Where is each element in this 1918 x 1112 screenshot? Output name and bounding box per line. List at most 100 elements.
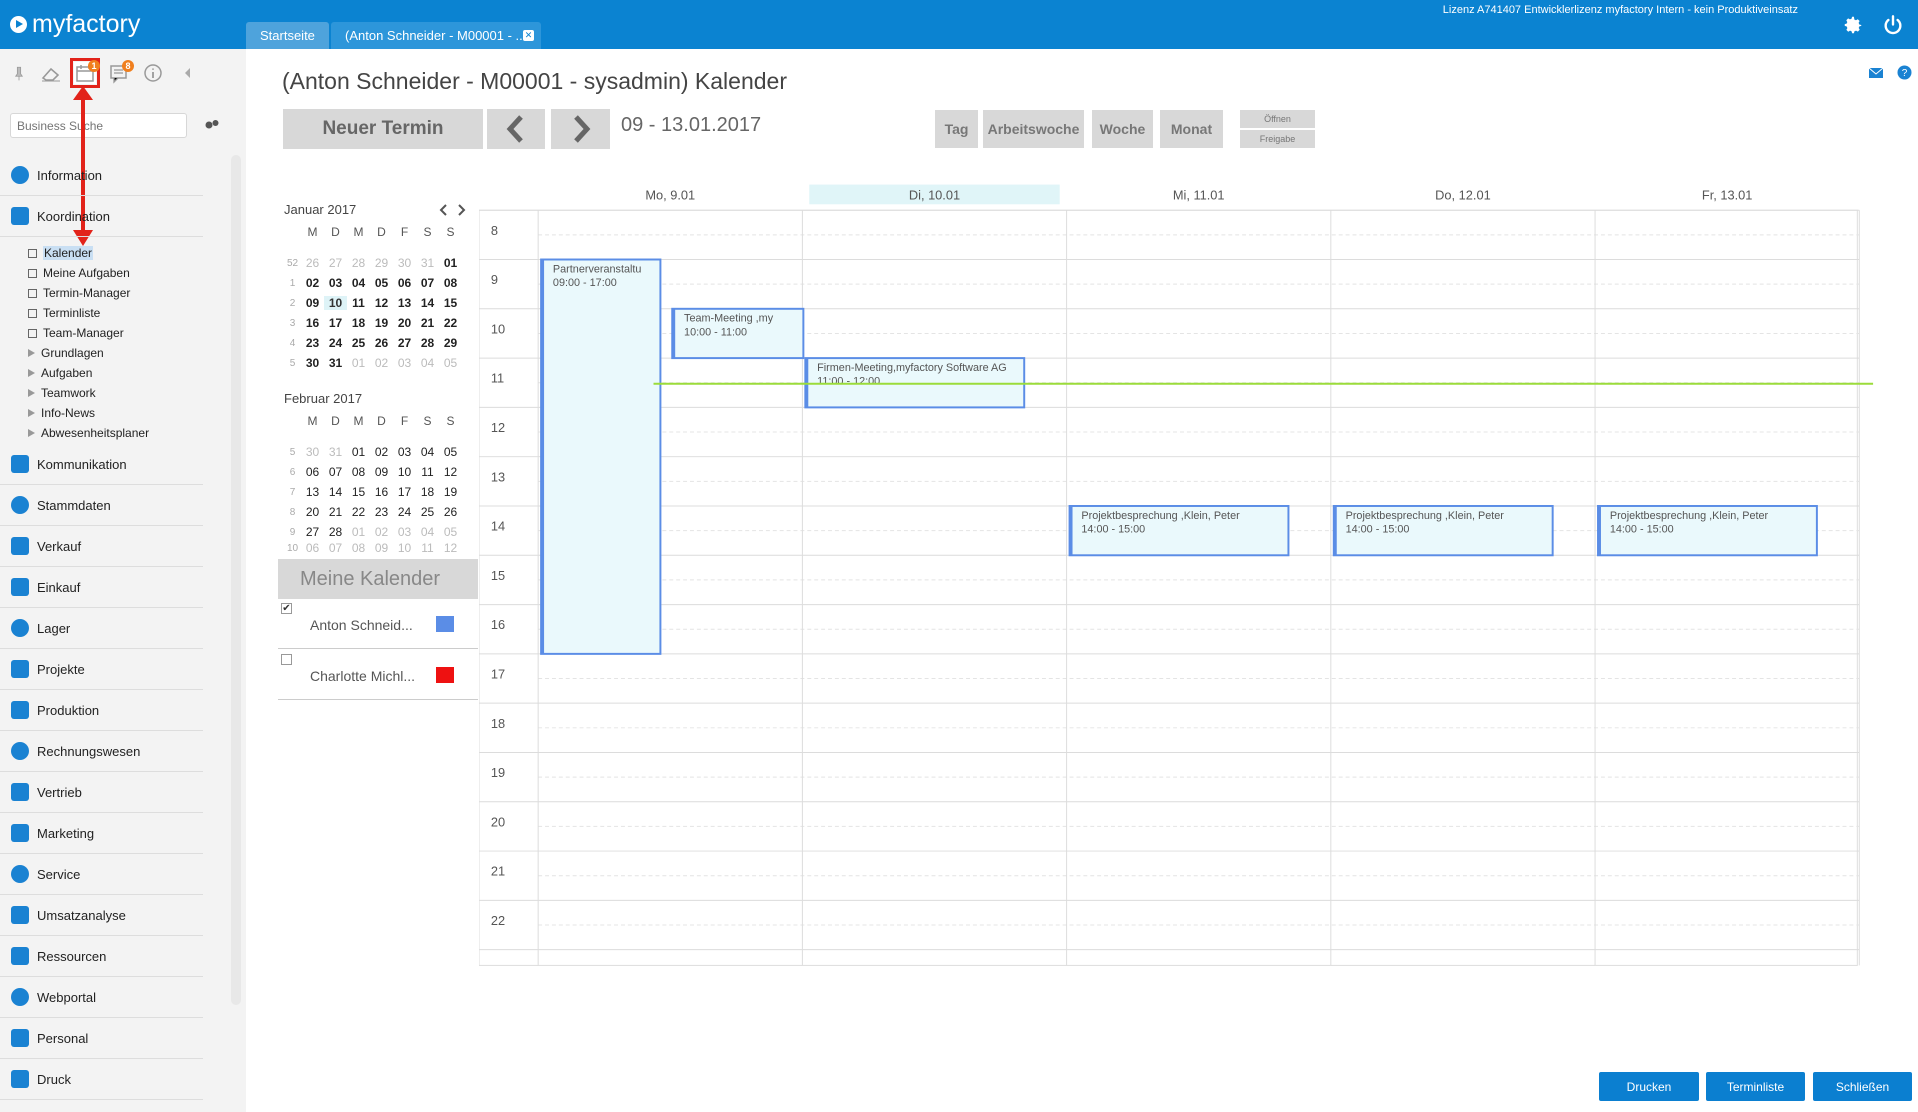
minical-day[interactable]: 28 — [347, 256, 370, 270]
nav-information[interactable]: Information — [0, 155, 203, 196]
search-options-icon[interactable] — [203, 115, 221, 133]
nav-webportal[interactable]: Webportal — [0, 977, 203, 1018]
minical-day[interactable]: 17 — [393, 485, 416, 499]
minical-day[interactable]: 05 — [370, 276, 393, 290]
minical-day[interactable]: 07 — [416, 276, 439, 290]
minical-day[interactable]: 05 — [439, 356, 462, 370]
minical-next-icon[interactable] — [458, 204, 466, 216]
minical-day[interactable]: 07 — [324, 542, 347, 554]
minical-day[interactable]: 27 — [301, 525, 324, 539]
nav-sub-teamwork[interactable]: Teamwork — [28, 383, 96, 403]
minical-day[interactable]: 05 — [439, 525, 462, 539]
minical-day[interactable]: 28 — [324, 525, 347, 539]
nav-sub-kalender[interactable]: Kalender — [28, 243, 94, 263]
minical-day[interactable]: 15 — [347, 485, 370, 499]
minical-day[interactable]: 05 — [439, 445, 462, 459]
minical-day[interactable]: 09 — [301, 296, 324, 310]
myfactory-logo[interactable]: myfactory — [10, 10, 140, 39]
minical-day[interactable]: 03 — [393, 525, 416, 539]
minical-day[interactable]: 24 — [324, 336, 347, 350]
nav-marketing[interactable]: Marketing — [0, 813, 203, 854]
print-button[interactable]: Drucken — [1599, 1072, 1699, 1101]
info-icon[interactable] — [142, 62, 164, 84]
nav-personal[interactable]: Personal — [0, 1018, 203, 1059]
minical-day[interactable]: 25 — [347, 336, 370, 350]
next-week-button[interactable] — [551, 109, 610, 149]
minical-day[interactable]: 16 — [370, 485, 393, 499]
nav-sub-grundlagen[interactable]: Grundlagen — [28, 343, 104, 363]
nav-sub-abwesenheitsplaner[interactable]: Abwesenheitsplaner — [28, 423, 149, 443]
minical-day[interactable]: 02 — [301, 276, 324, 290]
nav-produktion[interactable]: Produktion — [0, 690, 203, 731]
minical-day[interactable]: 31 — [324, 445, 347, 459]
minical-day[interactable]: 04 — [416, 445, 439, 459]
minical-day[interactable]: 09 — [370, 465, 393, 479]
minical-day[interactable]: 01 — [347, 525, 370, 539]
minical-day[interactable]: 08 — [347, 465, 370, 479]
calendar-event[interactable]: Projektbesprechung ,Klein, Peter 14:00 - … — [1332, 504, 1554, 557]
minical-day[interactable]: 23 — [370, 505, 393, 519]
minical-day[interactable]: 01 — [439, 256, 462, 270]
nav-sub-info-news[interactable]: Info-News — [28, 403, 95, 423]
minical-day[interactable]: 22 — [439, 316, 462, 330]
collapse-left-icon[interactable] — [176, 62, 198, 84]
minical-day[interactable]: 09 — [370, 542, 393, 554]
minical-day[interactable]: 07 — [324, 465, 347, 479]
minical-day[interactable]: 04 — [416, 356, 439, 370]
tab-kalender[interactable]: (Anton Schneider - M00001 - ... ✕ — [331, 22, 541, 49]
mail-icon[interactable] — [1868, 66, 1884, 80]
nav-rechnungswesen[interactable]: Rechnungswesen — [0, 731, 203, 772]
minical-day[interactable]: 20 — [393, 316, 416, 330]
minical-day[interactable]: 16 — [301, 316, 324, 330]
minical-day[interactable]: 03 — [393, 445, 416, 459]
minical-day[interactable]: 29 — [370, 256, 393, 270]
minical-day[interactable]: 22 — [347, 505, 370, 519]
release-button[interactable]: Freigabe — [1240, 130, 1315, 148]
minical-day[interactable]: 02 — [370, 445, 393, 459]
tab-startseite[interactable]: Startseite — [246, 22, 329, 49]
minical-day[interactable]: 30 — [393, 256, 416, 270]
minical-day[interactable]: 03 — [324, 276, 347, 290]
minical-day[interactable]: 01 — [347, 445, 370, 459]
view-month-button[interactable]: Monat — [1160, 110, 1223, 148]
help-icon[interactable]: ? — [1897, 65, 1912, 80]
calendar-event[interactable]: Projektbesprechung ,Klein, Peter 14:00 - … — [1597, 504, 1818, 557]
nav-sub-termin-manager[interactable]: Termin-Manager — [28, 283, 130, 303]
minical-day[interactable]: 06 — [393, 276, 416, 290]
nav-kommunikation[interactable]: Kommunikation — [0, 444, 203, 485]
minical-day[interactable]: 21 — [324, 505, 347, 519]
minical-day[interactable]: 28 — [416, 336, 439, 350]
calendar-event[interactable]: Team-Meeting ,my10:00 - 11:00 — [671, 307, 805, 360]
nav-lager[interactable]: Lager — [0, 608, 203, 649]
nav-koordination[interactable]: Koordination — [0, 196, 203, 237]
minical-day[interactable]: 15 — [439, 296, 462, 310]
calendar-event[interactable]: Firmen-Meeting,myfactory Software AG 11:0… — [804, 357, 1026, 409]
minical-day[interactable]: 14 — [324, 485, 347, 499]
minical-day[interactable]: 18 — [416, 485, 439, 499]
minical-day[interactable]: 31 — [416, 256, 439, 270]
minical-day[interactable]: 13 — [301, 485, 324, 499]
minical-day[interactable]: 19 — [439, 485, 462, 499]
minical-day[interactable]: 26 — [301, 256, 324, 270]
calendar-color-swatch[interactable] — [436, 667, 454, 683]
minical-day[interactable]: 29 — [439, 336, 462, 350]
view-workweek-button[interactable]: Arbeitswoche — [983, 110, 1084, 148]
nav-sub-meine-aufgaben[interactable]: Meine Aufgaben — [28, 263, 130, 283]
minical-day[interactable]: 04 — [416, 525, 439, 539]
minical-day[interactable]: 02 — [370, 356, 393, 370]
nav-ressourcen[interactable]: Ressourcen — [0, 936, 203, 977]
minical-day[interactable]: 08 — [347, 542, 370, 554]
minical-day[interactable]: 10 — [393, 542, 416, 554]
minical-day[interactable]: 30 — [301, 356, 324, 370]
minical-day[interactable]: 30 — [301, 445, 324, 459]
new-appointment-button[interactable]: Neuer Termin — [283, 109, 483, 149]
calendar-icon[interactable]: 1 — [70, 58, 100, 88]
minical-day[interactable]: 03 — [393, 356, 416, 370]
nav-stammdaten[interactable]: Stammdaten — [0, 485, 203, 526]
nav-sub-team-manager[interactable]: Team-Manager — [28, 323, 124, 343]
calendar-event[interactable]: Partnerveranstaltu 09:00 - 17:00 — [540, 258, 662, 655]
calendar-checkbox[interactable] — [281, 654, 292, 665]
minical-day[interactable]: 17 — [324, 316, 347, 330]
minical-day[interactable]: 06 — [301, 465, 324, 479]
calendar-color-swatch[interactable] — [436, 616, 454, 632]
